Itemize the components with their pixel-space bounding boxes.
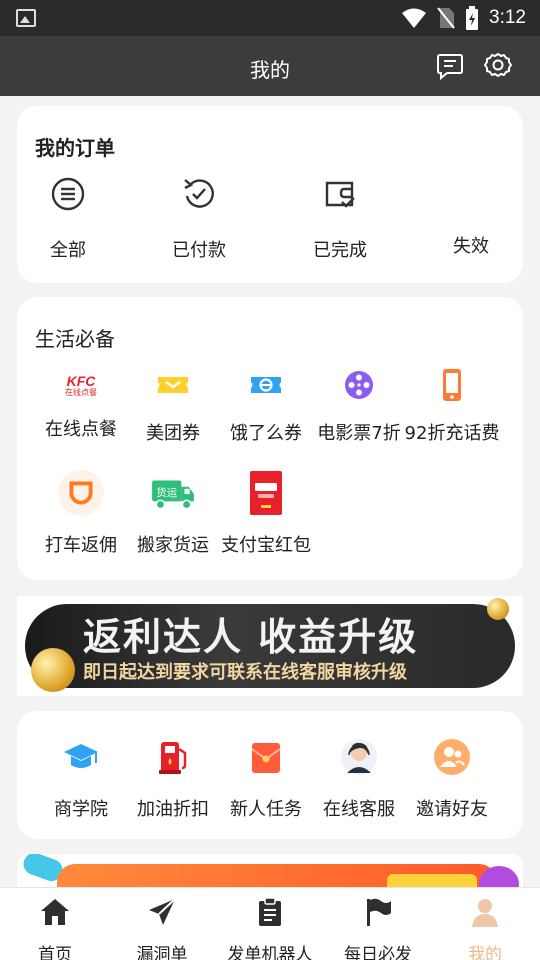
tab-mine[interactable]: 我的	[430, 896, 540, 960]
eleme-ticket-icon	[251, 377, 281, 393]
status-bar: 3:12	[0, 0, 540, 36]
tool-fuel-discount[interactable]: 加油折扣	[123, 737, 223, 821]
tab-label: 每日必发	[344, 945, 412, 960]
order-completed-label: 已完成	[313, 240, 367, 261]
life-item-label: 搬家货运	[137, 535, 209, 556]
flag-icon	[367, 898, 391, 926]
tab-daily-post[interactable]: 每日必发	[323, 896, 433, 960]
settings-gear-icon[interactable]	[484, 52, 512, 80]
message-icon[interactable]	[436, 52, 464, 80]
order-invalid-icon-placeholder	[453, 176, 489, 212]
banner-headline: 返利达人 收益升级	[83, 615, 419, 659]
bottom-tab-bar: 首页 漏洞单 发单机器人 每日必发 我的	[0, 887, 540, 960]
tab-order-robot[interactable]: 发单机器人	[215, 896, 325, 960]
home-icon	[41, 899, 69, 925]
send-icon	[149, 898, 176, 925]
user-icon	[472, 899, 498, 927]
life-item-eleme[interactable]: 饿了么券	[216, 365, 316, 445]
life-title: 生活必备	[35, 327, 115, 351]
tab-label: 我的	[468, 945, 502, 960]
wallet-check-icon	[325, 181, 355, 208]
fuel-pump-icon	[159, 742, 187, 774]
life-item-label: 打车返佣	[45, 535, 117, 556]
tool-business-school[interactable]: 商学院	[31, 737, 131, 821]
phone-icon	[443, 369, 461, 401]
red-envelope-icon	[251, 743, 281, 773]
no-sim-icon	[437, 7, 455, 29]
orders-title: 我的订单	[35, 136, 115, 160]
life-item-label: 在线点餐	[45, 419, 117, 440]
order-paid-label: 已付款	[172, 240, 226, 261]
life-item-meituan[interactable]: 美团券	[123, 365, 223, 445]
life-item-label: 饿了么券	[230, 423, 302, 444]
battery-icon	[466, 6, 479, 30]
support-agent-avatar	[341, 739, 377, 775]
tool-label: 邀请好友	[416, 799, 488, 820]
image-notification-icon	[16, 9, 36, 27]
life-item-phone[interactable]: 92折充话费	[402, 365, 502, 445]
truck-logo-text: 货运	[156, 486, 177, 499]
life-item-movie[interactable]: 电影票7折	[309, 365, 409, 445]
tools-card: 商学院 加油折扣 新人任务 在线客服 邀请好友	[17, 711, 523, 839]
order-invalid[interactable]: 失效	[426, 176, 516, 258]
system-tray: 3:12	[401, 6, 526, 30]
order-completed[interactable]: 已完成	[295, 176, 385, 262]
wifi-icon	[402, 8, 427, 28]
life-item-moving[interactable]: 货运 搬家货运	[123, 469, 223, 557]
banner-subline: 即日起达到要求可联系在线客服审核升级	[83, 662, 407, 683]
life-item-kfc[interactable]: KFC 在线点餐 在线点餐	[31, 365, 131, 441]
tab-bug-orders[interactable]: 漏洞单	[107, 896, 217, 960]
tool-invite-friends[interactable]: 邀请好友	[402, 737, 502, 821]
tab-label: 漏洞单	[136, 945, 188, 960]
clock: 3:12	[489, 7, 526, 28]
film-reel-icon	[345, 371, 373, 399]
order-all-label: 全部	[50, 240, 86, 261]
coin-decoration	[487, 598, 509, 620]
invite-friends-icon	[434, 739, 470, 775]
life-item-label: 电影票7折	[317, 423, 401, 444]
red-packet-icon	[250, 471, 282, 515]
life-item-label: 92折充话费	[404, 423, 500, 444]
header: 我的	[0, 36, 540, 96]
tool-label: 新人任务	[230, 799, 302, 820]
order-invalid-label: 失效	[453, 236, 489, 257]
promo-banner[interactable]: 返利达人 收益升级 即日起达到要求可联系在线客服审核升级	[17, 596, 523, 696]
kfc-logo-icon: KFC 在线点餐	[61, 365, 101, 405]
tab-home[interactable]: 首页	[0, 896, 110, 960]
tool-online-support[interactable]: 在线客服	[309, 737, 409, 821]
refresh-check-icon	[184, 179, 214, 208]
life-item-label: 美团券	[146, 423, 200, 444]
kfc-logo-sub: 在线点餐	[65, 387, 97, 397]
didi-icon	[58, 470, 104, 516]
life-essentials-card: 生活必备 KFC 在线点餐 在线点餐 美团券 饿了么券 电影票7折 92折充话费…	[17, 297, 523, 580]
truck-icon: 货运	[152, 480, 194, 510]
order-all[interactable]: 全部	[23, 176, 113, 262]
tool-label: 在线客服	[323, 799, 395, 820]
clipboard-icon	[259, 897, 281, 926]
meituan-ticket-icon	[158, 377, 188, 393]
orders-card: 我的订单 全部 已付款 已完成 失效	[17, 106, 523, 283]
kfc-logo-text: KFC	[66, 372, 96, 389]
tab-label: 发单机器人	[227, 945, 313, 960]
list-circle-icon	[51, 177, 85, 211]
life-item-alipay-redpacket[interactable]: 支付宝红包	[216, 469, 316, 557]
life-item-didi[interactable]: 打车返佣	[31, 469, 131, 557]
tool-label: 加油折扣	[137, 799, 209, 820]
life-item-label: 支付宝红包	[221, 535, 311, 556]
tab-label: 首页	[38, 945, 72, 960]
coin-decoration	[31, 648, 75, 692]
order-paid[interactable]: 已付款	[154, 176, 244, 262]
tool-label: 商学院	[54, 799, 108, 820]
graduation-cap-icon	[64, 744, 98, 768]
tool-newbie-task[interactable]: 新人任务	[216, 737, 316, 821]
